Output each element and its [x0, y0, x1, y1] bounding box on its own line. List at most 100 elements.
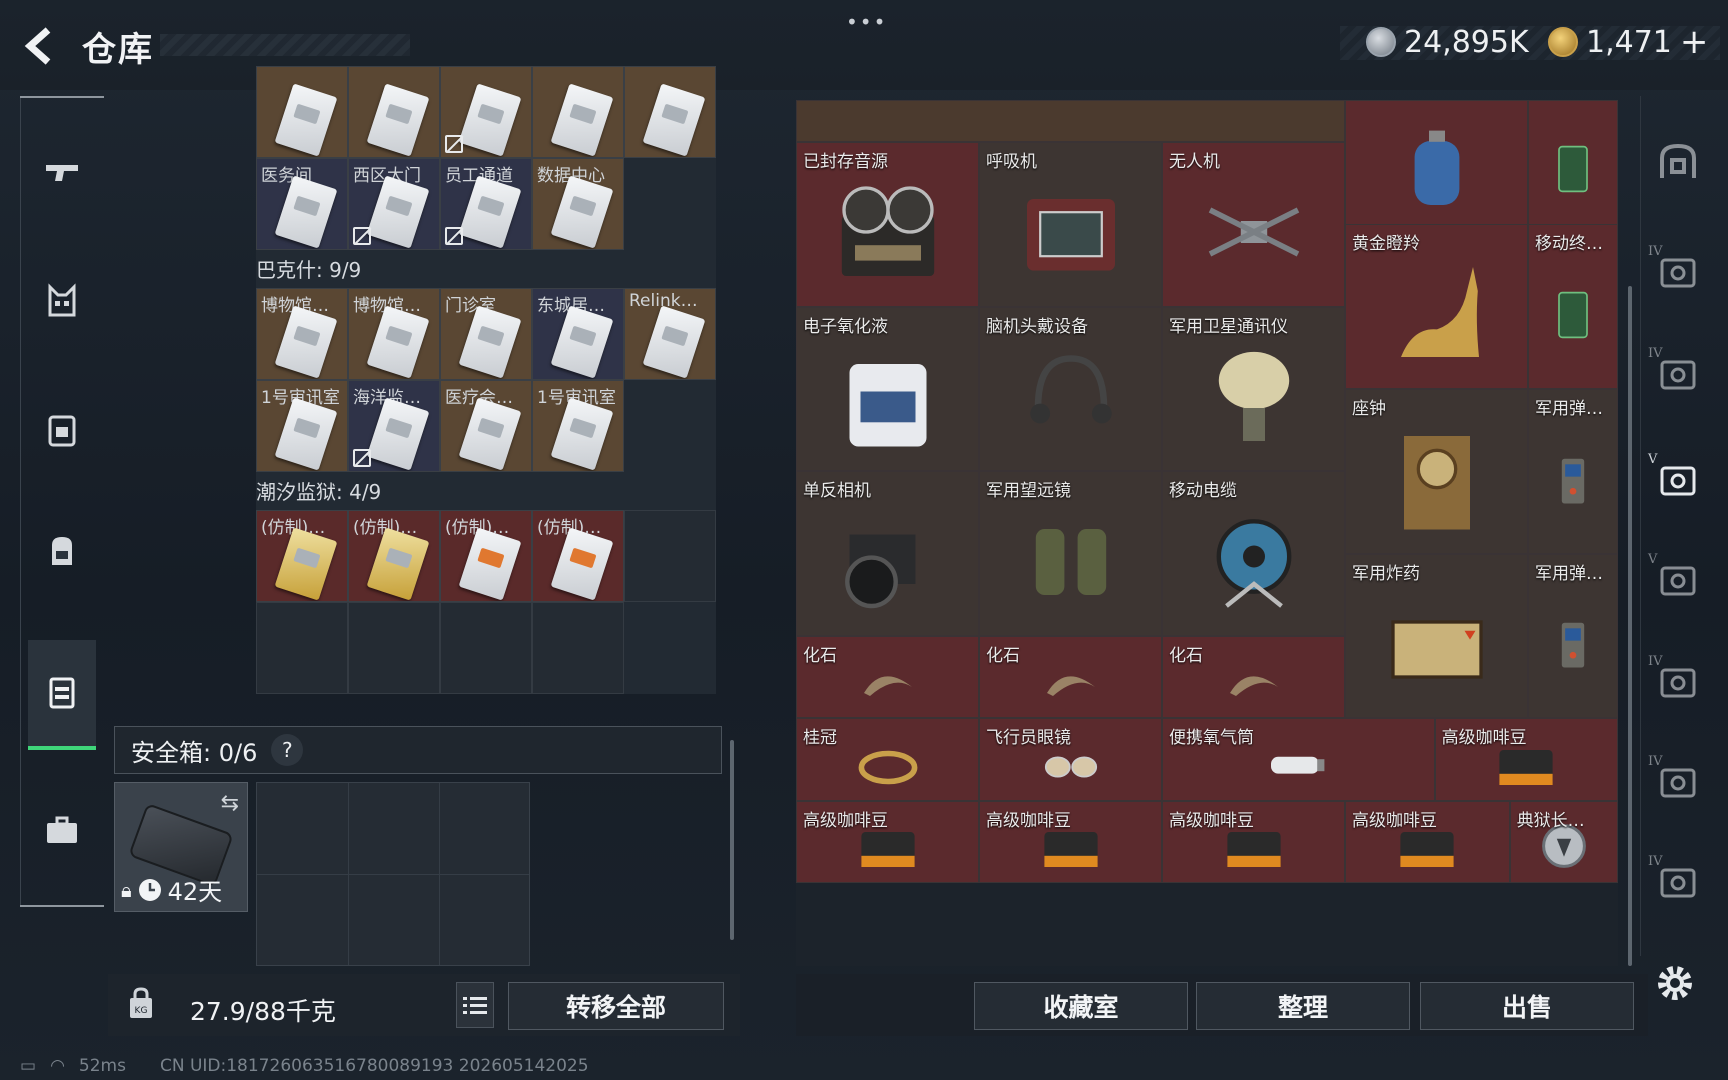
right-rail-tab[interactable]: IV: [1646, 746, 1710, 818]
stash-item-label: 高级咖啡豆: [1169, 810, 1254, 831]
key-card-slot[interactable]: [624, 66, 716, 158]
fossil-claw-icon: [1229, 676, 1278, 697]
key-card-slot[interactable]: [532, 602, 624, 694]
key-card-slot[interactable]: 医疗会…: [440, 380, 532, 472]
stash-item[interactable]: 座钟: [1345, 389, 1528, 554]
stash-item-terminal[interactable]: [1528, 100, 1618, 225]
stash-item[interactable]: 飞行员眼镜: [979, 718, 1162, 801]
key-card-slot[interactable]: [532, 66, 624, 158]
key-card-slot[interactable]: 数据中心: [532, 158, 624, 250]
back-arrow-icon[interactable]: [18, 24, 62, 68]
key-card-slot[interactable]: (仿制)…: [256, 510, 348, 602]
key-card-slot[interactable]: (仿制)…: [348, 510, 440, 602]
stash-item[interactable]: 高级咖啡豆: [796, 800, 979, 884]
stash-item[interactable]: 桂冠: [796, 718, 979, 801]
safe-box-timer: 🔒︎ 42天: [121, 872, 222, 907]
key-card-slot[interactable]: 海洋监…: [348, 380, 440, 472]
key-card-slot[interactable]: 东城居…: [532, 288, 624, 380]
stash-item-label: 黄金瞪羚: [1352, 234, 1420, 255]
key-card-slot[interactable]: 门诊室: [440, 288, 532, 380]
rail-tab-briefcase[interactable]: [28, 776, 96, 886]
key-card-slot[interactable]: (仿制)…: [440, 510, 532, 602]
key-card-icon: [366, 305, 430, 379]
gold-gazelle-icon: [1400, 266, 1479, 357]
swap-icon[interactable]: ⇆: [221, 791, 239, 816]
stash-item[interactable]: 典狱长…: [1509, 800, 1618, 884]
stash-item[interactable]: 高级咖啡豆: [1434, 718, 1618, 801]
stash-item[interactable]: 高级咖啡豆: [1345, 800, 1510, 884]
stash-item[interactable]: 军用弹…: [1528, 389, 1618, 554]
key-card-slot[interactable]: 1号审讯室: [256, 380, 348, 472]
rail-tab-container[interactable]: [28, 640, 96, 750]
right-rail-tab[interactable]: IV: [1646, 846, 1710, 918]
sell-button[interactable]: 出售: [1420, 982, 1634, 1030]
stash-item[interactable]: 军用炸药: [1345, 553, 1528, 719]
transfer-all-button[interactable]: 转移全部: [508, 982, 724, 1030]
safe-box-item[interactable]: ⇆ 🔒︎ 42天: [114, 782, 248, 912]
help-button[interactable]: ?: [271, 734, 304, 766]
stash-item[interactable]: 便携氧气筒: [1162, 718, 1435, 801]
stash-item[interactable]: 高级咖啡豆: [1162, 800, 1345, 884]
collection-room-button[interactable]: 收藏室: [974, 982, 1188, 1030]
key-card-slot[interactable]: [256, 66, 348, 158]
stash-item[interactable]: 黄金瞪羚: [1345, 224, 1528, 390]
stash-item[interactable]: 无人机: [1162, 142, 1345, 307]
rail-tab-armor[interactable]: [28, 246, 96, 356]
add-currency-button[interactable]: +: [1680, 22, 1709, 62]
right-rail-tab[interactable]: V: [1646, 544, 1710, 616]
stash-item[interactable]: 电子氧化液: [796, 306, 979, 472]
key-card-slot[interactable]: (仿制)…: [532, 510, 624, 602]
key-card-slot[interactable]: 博物馆…: [256, 288, 348, 380]
stash-item-label: 桂冠: [803, 728, 837, 749]
stash-item[interactable]: 移动终…: [1528, 224, 1618, 390]
stash-item[interactable]: 脑机头戴设备: [979, 306, 1162, 472]
stash-item[interactable]: 军用卫星通讯仪: [1162, 306, 1345, 472]
right-rail-tab[interactable]: IV: [1646, 646, 1710, 718]
key-card-slot[interactable]: [348, 66, 440, 158]
left-scrollbar[interactable]: [730, 740, 734, 940]
key-card-slot[interactable]: [256, 602, 348, 694]
list-view-button[interactable]: [456, 982, 494, 1028]
key-card-slot[interactable]: [348, 602, 440, 694]
clock-icon: [1403, 435, 1470, 530]
gold-currency[interactable]: 1,471 +: [1548, 22, 1708, 62]
key-card-slot[interactable]: 1号审讯室: [532, 380, 624, 472]
key-card-slot[interactable]: 博物馆…: [348, 288, 440, 380]
stash-item[interactable]: 单反相机: [796, 471, 979, 637]
rail-tab-weapon[interactable]: [28, 116, 96, 226]
stash-item[interactable]: 已封存音源: [796, 142, 979, 307]
rail-tab-backpack[interactable]: [28, 496, 96, 606]
stash-item[interactable]: 军用弹…: [1528, 553, 1618, 719]
stash-item[interactable]: 高级咖啡豆: [979, 800, 1162, 884]
stash-item-partial[interactable]: [796, 100, 1345, 142]
list-icon: [463, 997, 487, 1014]
stash-item-gas-tank[interactable]: [1345, 100, 1528, 225]
key-card-slot[interactable]: [440, 602, 532, 694]
right-rail-tab[interactable]: V: [1646, 444, 1710, 516]
stash-item-label: 飞行员眼镜: [986, 728, 1071, 749]
more-menu-button[interactable]: •••: [846, 10, 886, 34]
stash-item[interactable]: 移动电缆: [1162, 471, 1345, 637]
key-card-icon: [642, 305, 706, 379]
settings-gear-icon[interactable]: [1652, 960, 1698, 1006]
organize-button[interactable]: 整理: [1196, 982, 1410, 1030]
stash-item[interactable]: 化石: [979, 636, 1162, 719]
rail-tab-vest[interactable]: [28, 376, 96, 486]
key-card-slot[interactable]: 西区大门: [348, 158, 440, 250]
stash-item[interactable]: 军用望远镜: [979, 471, 1162, 637]
stash-item[interactable]: 化石: [796, 636, 979, 719]
rail-divider: [20, 96, 104, 98]
right-rail-tab[interactable]: IV: [1646, 338, 1710, 410]
right-rail-tab[interactable]: [1646, 126, 1710, 198]
stash-scrollbar[interactable]: [1628, 286, 1632, 966]
clock-icon: [138, 878, 161, 901]
right-rail-tab[interactable]: IV: [1646, 236, 1710, 308]
key-card-slot[interactable]: 医务间: [256, 158, 348, 250]
key-card-slot[interactable]: [440, 66, 532, 158]
key-card-slot[interactable]: [624, 510, 716, 602]
key-card-slot[interactable]: Relink…: [624, 288, 716, 380]
key-card-slot[interactable]: 员工通道: [440, 158, 532, 250]
stash-item[interactable]: 化石: [1162, 636, 1345, 719]
stash-item[interactable]: 呼吸机: [979, 142, 1162, 307]
safe-box-slots[interactable]: [256, 782, 530, 966]
